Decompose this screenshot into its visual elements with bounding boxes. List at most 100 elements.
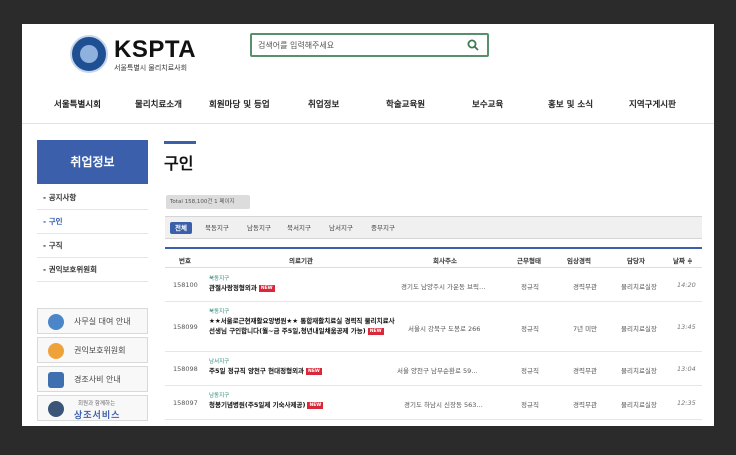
- row-company-link[interactable]: 관절사랑정형외과 NEW: [209, 283, 395, 293]
- row-employment-type: 정규직: [521, 401, 539, 409]
- nav-item-job-info[interactable]: 취업정보: [308, 98, 339, 110]
- funeral-service-label: 상조서비스: [74, 411, 121, 421]
- search-icon[interactable]: [467, 39, 479, 51]
- header: KSPTA 서울특별시 물리치료사회: [22, 24, 714, 86]
- column-address: 회사주소: [433, 257, 457, 265]
- row-manager: 물리치료실장: [621, 367, 657, 375]
- row-career: 경력무관: [573, 367, 597, 375]
- funeral-service-link[interactable]: 회원과 함께하는 상조서비스: [37, 395, 148, 421]
- row-address: 서울 양천구 남부순환로 59…: [397, 367, 478, 375]
- row-manager: 물리치료실장: [621, 325, 657, 333]
- table-header: 번호 의료기관 회사주소 근무형태 임상경력 담당자 날짜 ≑: [165, 247, 702, 268]
- table-row[interactable]: 158099 북동지구 ★★서울로근현재활요양병원★★ 통합재활치료실 경력직 …: [165, 302, 702, 352]
- page-title: 구인: [164, 154, 194, 173]
- logo-emblem-icon: [70, 35, 108, 73]
- sidebar-title: 취업정보: [37, 140, 148, 184]
- row-date: 14:20: [677, 281, 696, 289]
- row-region: 북동지구: [209, 276, 230, 282]
- rights-committee-link[interactable]: 권익보호위원회: [37, 337, 148, 363]
- row-address: 경기도 하남시 신장동 563…: [404, 401, 483, 409]
- sidebar-item-notice[interactable]: - 공지사항: [37, 186, 148, 210]
- row-region: 북동지구: [209, 309, 230, 315]
- condolence-fee-link[interactable]: 경조사비 안내: [37, 366, 148, 392]
- new-badge: NEW: [367, 328, 384, 335]
- condolence-fee-label: 경조사비 안내: [74, 375, 121, 384]
- column-clinical-career: 임상경력: [567, 257, 591, 265]
- row-career: 경력무관: [573, 401, 597, 409]
- row-manager: 물리치료실장: [621, 283, 657, 291]
- people-icon: [48, 343, 64, 359]
- document-icon: [48, 372, 64, 388]
- row-region: 남동지구: [209, 393, 230, 399]
- row-company-link[interactable]: 주5일 정규직 양천구 현대정형외과 NEW: [209, 366, 395, 376]
- sidebar-item-job-seeking[interactable]: - 구직: [37, 234, 148, 258]
- search-box: [250, 33, 489, 57]
- column-number: 번호: [179, 257, 191, 265]
- new-badge: NEW: [306, 368, 322, 375]
- nav-item-academy[interactable]: 학술교육원: [386, 98, 425, 110]
- district-tabs: 전체 북동지구 남동지구 북서지구 남서지구 중부지구: [165, 216, 702, 239]
- person-icon: [48, 401, 64, 417]
- table-row[interactable]: 158097 남동지구 청봉기념병원(주5일제 기숙사제공) NEW 경기도 하남…: [165, 386, 702, 420]
- row-date: 13:45: [677, 323, 696, 331]
- row-address: 경기도 남양주시 가운동 브릭…: [401, 283, 486, 291]
- column-date-sort[interactable]: 날짜 ≑: [673, 255, 693, 265]
- logo-subtitle: 서울특별시 물리치료사회: [114, 64, 188, 72]
- row-company: 관절사랑정형외과: [209, 284, 257, 292]
- row-date: 12:35: [677, 399, 696, 407]
- column-manager: 담당자: [627, 257, 645, 265]
- row-address: 서울시 강북구 도봉로 266: [408, 325, 481, 333]
- table-row[interactable]: 158098 남서지구 주5일 정규직 양천구 현대정형외과 NEW 서울 양천구…: [165, 352, 702, 386]
- row-company-link[interactable]: 청봉기념병원(주5일제 기숙사제공) NEW: [209, 400, 395, 410]
- row-career: 경력무관: [573, 283, 597, 291]
- row-company: ★★서울로근현재활요양병원★★ 통합재활치료실 경력직 물리치료사 선생님 구인…: [209, 317, 395, 335]
- tab-northwest[interactable]: 북서지구: [287, 222, 311, 234]
- tab-northeast[interactable]: 북동지구: [205, 222, 229, 234]
- row-company-link[interactable]: ★★서울로근현재활요양병원★★ 통합재활치료실 경력직 물리치료사 선생님 구인…: [209, 316, 395, 336]
- job-table: 번호 의료기관 회사주소 근무형태 임상경력 담당자 날짜 ≑ 158100 북…: [165, 247, 702, 420]
- row-date: 13:04: [677, 365, 696, 373]
- main-nav: 서울특별시회 물리치료소개 회원마당 및 등업 취업정보 학술교육원 보수교육 …: [22, 86, 714, 124]
- new-badge: NEW: [307, 402, 324, 409]
- row-company: 주5일 정규직 양천구 현대정형외과: [209, 367, 305, 375]
- nav-item-district-board[interactable]: 지역구게시판: [629, 98, 676, 110]
- column-institution: 의료기관: [289, 257, 313, 265]
- office-rental-link[interactable]: 사무실 대여 안내: [37, 308, 148, 334]
- row-employment-type: 정규직: [521, 325, 539, 333]
- row-number: 158100: [173, 281, 198, 289]
- monitor-icon: [48, 314, 64, 330]
- row-number: 158098: [173, 365, 198, 373]
- tab-central[interactable]: 중부지구: [371, 222, 395, 234]
- rights-committee-label: 권익보호위원회: [74, 346, 126, 355]
- title-accent-bar: [164, 141, 196, 144]
- search-input[interactable]: [258, 37, 458, 53]
- sidebar-item-rights-committee[interactable]: - 권익보호위원회: [37, 258, 148, 282]
- nav-item-members[interactable]: 회원마당 및 등업: [209, 98, 270, 110]
- table-row[interactable]: 158100 북동지구 관절사랑정형외과 NEW 경기도 남양주시 가운동 브릭……: [165, 268, 702, 302]
- row-career: 7년 미만: [573, 325, 598, 333]
- tab-southwest[interactable]: 남서지구: [329, 222, 353, 234]
- funeral-service-caption: 회원과 함께하는: [78, 401, 116, 407]
- total-count-badge: Total 158,100건 1 페이지: [166, 195, 250, 209]
- nav-item-physical-therapy-intro[interactable]: 물리치료소개: [135, 98, 182, 110]
- nav-item-news[interactable]: 홍보 및 소식: [548, 98, 593, 110]
- page: KSPTA 서울특별시 물리치료사회 서울특별시회 물리치료소개 회원마당 및 …: [22, 24, 714, 426]
- office-rental-label: 사무실 대여 안내: [74, 317, 131, 326]
- row-region: 남서지구: [209, 359, 230, 365]
- nav-item-continuing-education[interactable]: 보수교육: [472, 98, 503, 110]
- row-employment-type: 정규직: [521, 367, 539, 375]
- row-company: 청봉기념병원(주5일제 기숙사제공): [209, 401, 306, 409]
- row-manager: 물리치료실장: [621, 401, 657, 409]
- new-badge: NEW: [258, 285, 275, 292]
- logo-title: KSPTA: [114, 36, 197, 63]
- tab-all[interactable]: 전체: [170, 222, 192, 234]
- column-employment-type: 근무형태: [517, 257, 541, 265]
- row-employment-type: 정규직: [521, 283, 539, 291]
- sidebar-menu: - 공지사항 - 구인 - 구직 - 권익보호위원회: [37, 186, 148, 282]
- nav-item-seoul-association[interactable]: 서울특별시회: [54, 98, 101, 110]
- sidebar-item-job-offer[interactable]: - 구인: [37, 210, 148, 234]
- row-number: 158097: [173, 399, 198, 407]
- tab-southeast[interactable]: 남동지구: [247, 222, 271, 234]
- site-logo[interactable]: KSPTA 서울특별시 물리치료사회: [70, 34, 200, 74]
- row-number: 158099: [173, 323, 198, 331]
